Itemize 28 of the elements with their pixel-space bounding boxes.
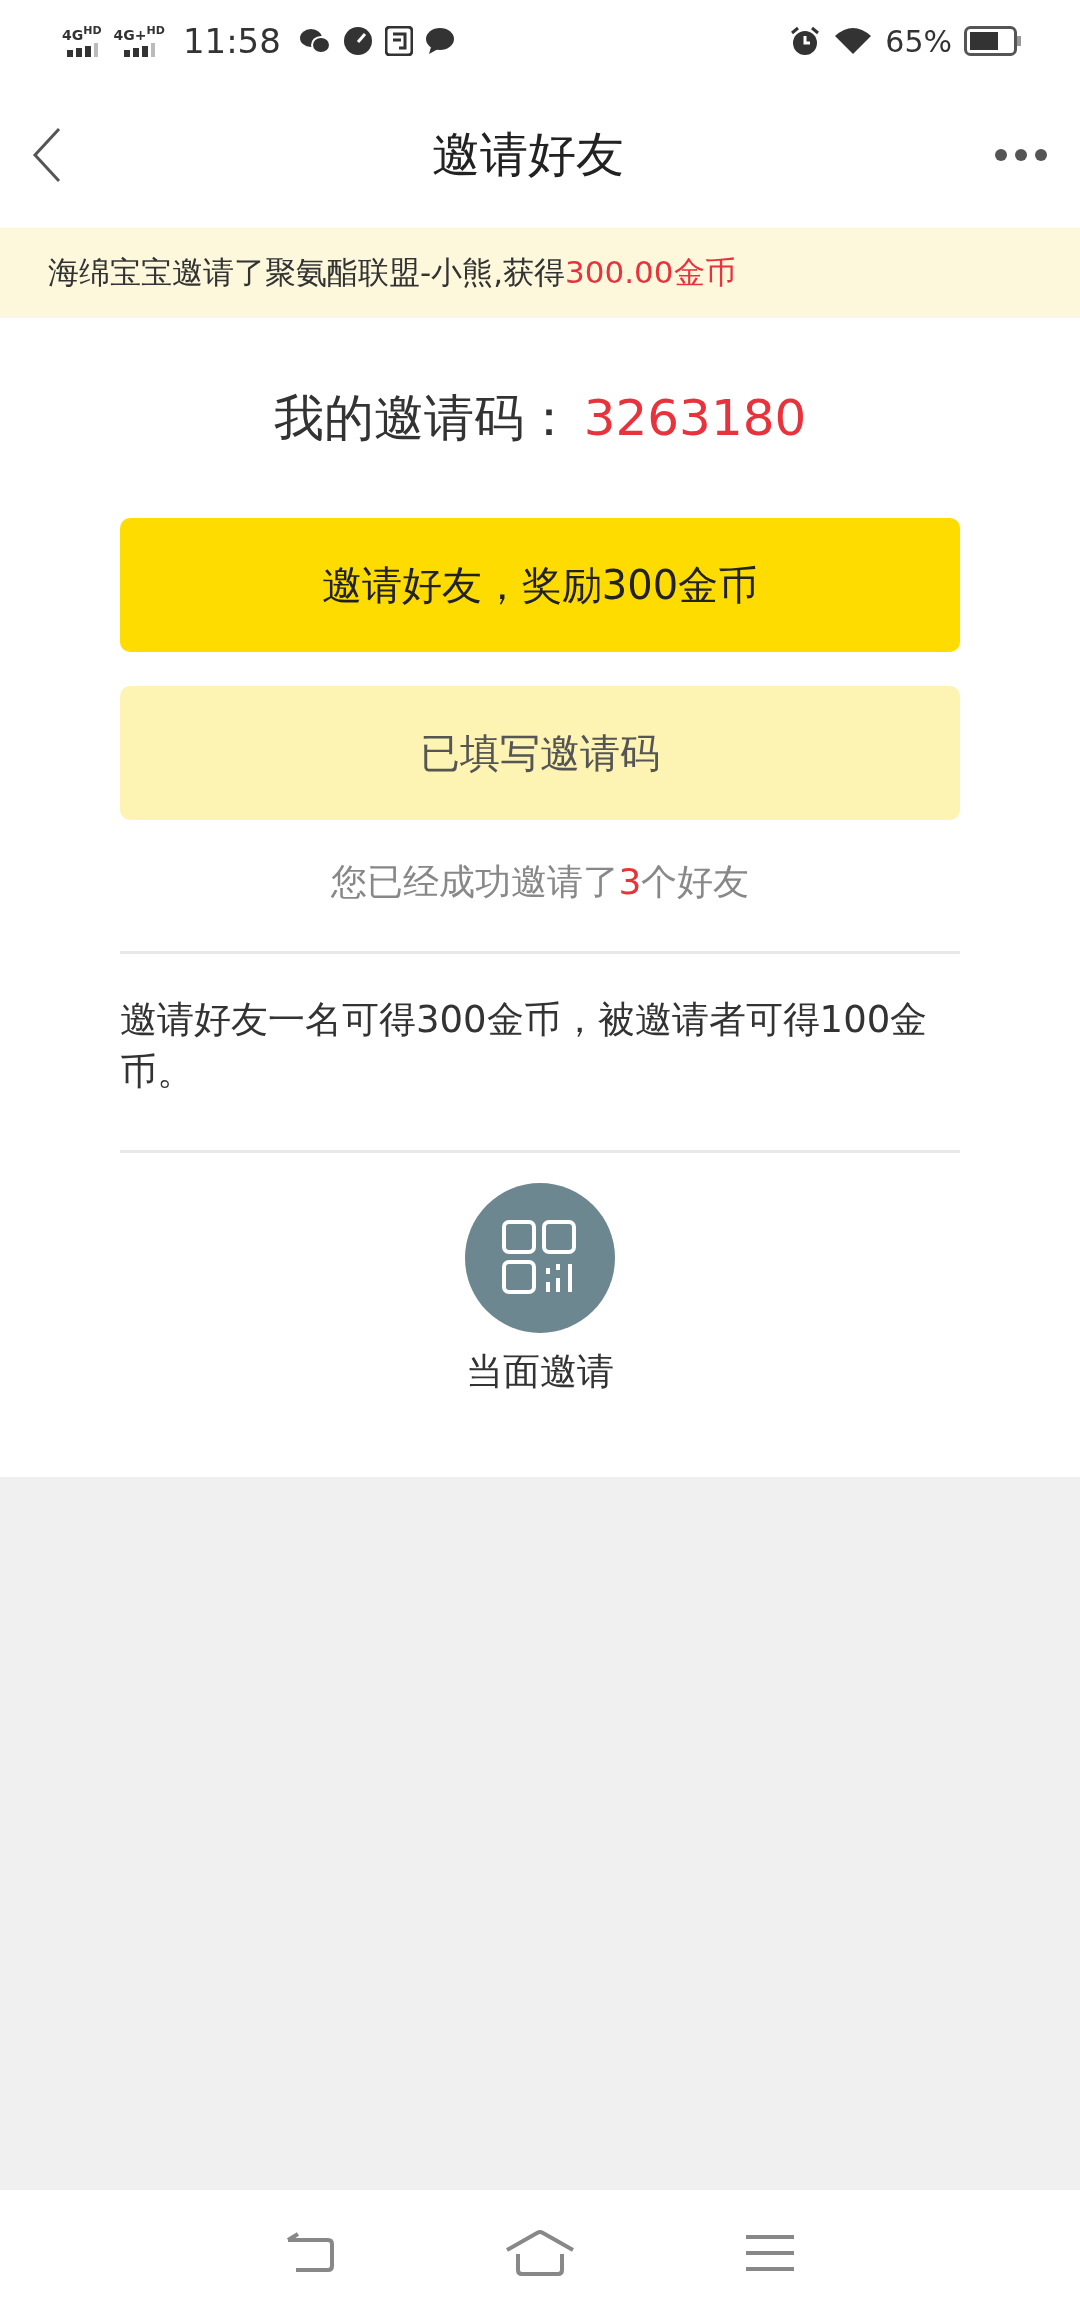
invite-code-label: 我的邀请码： [273,387,574,449]
signal-icon [64,43,99,58]
qr-code-icon [502,1220,578,1296]
message-icon [424,27,455,55]
page-title: 邀请好友 [431,125,625,184]
network-label: 4G+$^{HD}$ [113,24,165,42]
battery-icon [964,26,1022,56]
entered-code-button[interactable]: 已填写邀请码 [120,686,960,820]
menu-nav-icon[interactable] [744,2233,796,2273]
invite-code: 3263180 [583,389,807,447]
battery-percentage: 65% [885,23,952,59]
back-icon [32,127,62,183]
chat-icon [298,27,331,55]
qr-invite-label: 当面邀请 [466,1349,614,1395]
invite-button[interactable]: 邀请好友，奖励300金币 [120,518,960,652]
more-icon [994,148,1048,162]
reward-rules: 邀请好友一名可得300金币，被邀请者可得100金币。 [120,997,929,1095]
signal-icon [122,43,157,58]
alarm-icon [789,25,822,57]
status-time: 11:58 [182,21,281,61]
invite-notice: 海绵宝宝邀请了聚氨酯联盟-小熊,获得300.00金币 [48,253,736,292]
home-nav-icon[interactable] [504,2230,576,2276]
wifi-icon [833,26,874,56]
network-label: 4G$^{HD}$ [62,24,102,42]
back-nav-icon[interactable] [284,2232,336,2274]
app-icon [384,26,413,56]
invited-count-text: 您已经成功邀请了3个好友 [330,860,750,904]
gauge-icon [342,26,373,56]
